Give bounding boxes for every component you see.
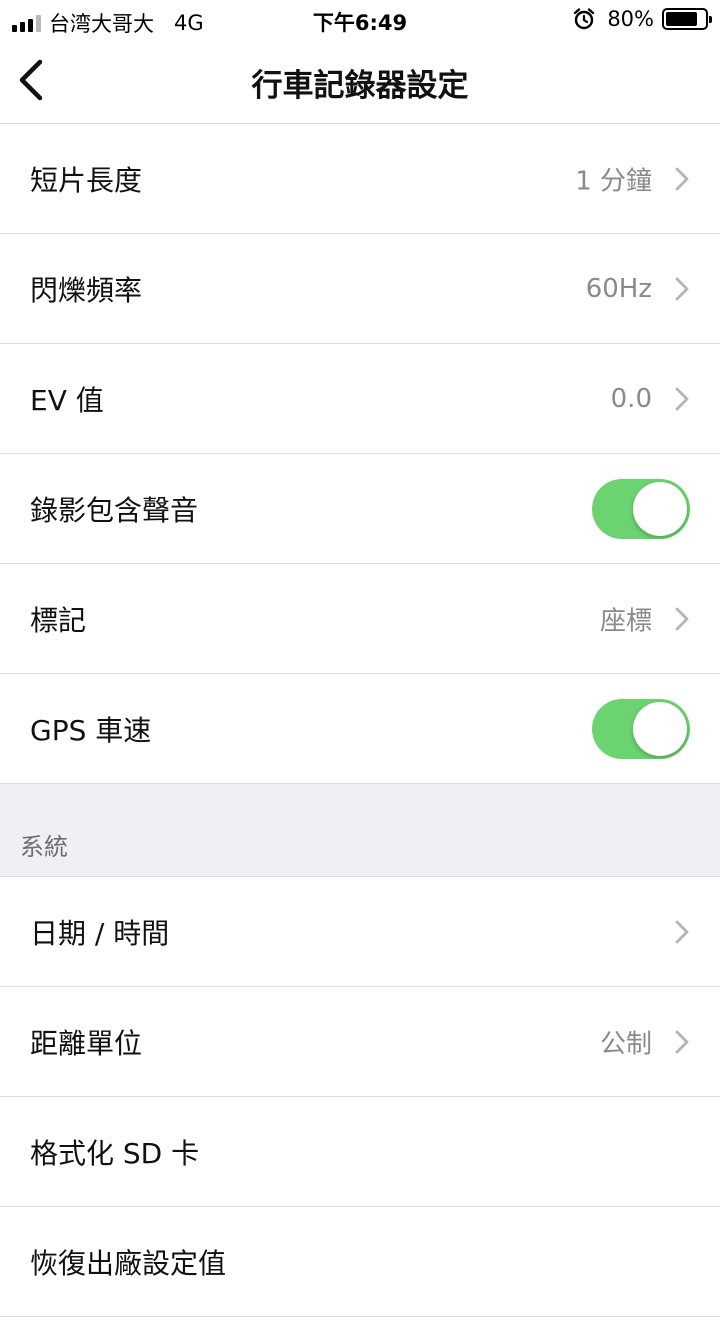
setting-label: 錄影包含聲音 [30,493,199,527]
gps-speed-toggle[interactable] [592,698,690,759]
toggle-knob [633,701,687,756]
chevron-right-icon [675,277,689,300]
setting-distance-unit[interactable]: 距離單位 公制 [0,987,720,1097]
chevron-right-icon [675,920,689,943]
chevron-right-icon [675,387,689,410]
factory-reset-button[interactable]: 恢復出廠設定值 [0,1207,720,1317]
status-right: 80% [573,7,712,31]
setting-record-audio: 錄影包含聲音 [0,454,720,564]
setting-label: 閃爍頻率 [30,273,143,307]
battery-icon [662,8,712,30]
navigation-bar: 行車記錄器設定 [0,40,720,124]
section-label: 系統 [20,833,68,861]
setting-label: 短片長度 [30,163,143,197]
setting-label: 格式化 SD 卡 [30,1136,200,1170]
setting-label: 日期 / 時間 [30,916,170,950]
setting-marker[interactable]: 標記 座標 [0,564,720,674]
setting-value: 0.0 [610,383,652,414]
format-sd-card-button[interactable]: 格式化 SD 卡 [0,1097,720,1207]
page-title: 行車記錄器設定 [251,68,469,104]
chevron-right-icon [675,607,689,630]
section-header-system: 系統 [0,784,720,877]
setting-label: 恢復出廠設定值 [30,1246,227,1280]
battery-percent: 80% [607,7,654,31]
chevron-right-icon [675,1030,689,1053]
setting-clip-length[interactable]: 短片長度 1 分鐘 [0,124,720,234]
setting-value: 公制 [599,1029,652,1059]
setting-label: GPS 車速 [30,713,152,747]
status-bar: 台湾大哥大 4G 下午6:49 80% [0,0,720,40]
alarm-clock-icon [574,8,595,30]
setting-label: 距離單位 [30,1026,143,1060]
setting-ev-value[interactable]: EV 值 0.0 [0,344,720,454]
setting-value: 座標 [599,606,652,636]
setting-flicker-frequency[interactable]: 閃爍頻率 60Hz [0,234,720,344]
setting-value: 60Hz [585,273,652,304]
toggle-knob [633,481,687,536]
battery-fill [666,12,697,26]
chevron-right-icon [675,167,689,190]
setting-date-time[interactable]: 日期 / 時間 [0,877,720,987]
setting-label: EV 值 [30,383,104,417]
setting-gps-speed: GPS 車速 [0,674,720,784]
setting-label: 標記 [30,603,87,637]
settings-list: 短片長度 1 分鐘 閃爍頻率 60Hz EV 值 0.0 錄影包含聲音 標記 座… [0,124,720,1317]
record-audio-toggle[interactable] [592,478,690,539]
setting-value: 1 分鐘 [575,166,652,196]
